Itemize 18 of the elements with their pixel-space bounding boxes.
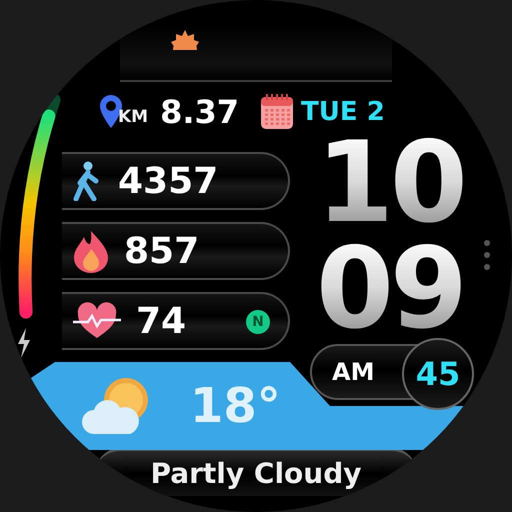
distance-value: 8.37 [160, 93, 240, 131]
am-pm-label: AM [332, 358, 374, 386]
stat-pill[interactable]: 4357 [62, 152, 290, 210]
temperature: 18° [190, 378, 281, 434]
calendar-icon [259, 93, 296, 131]
stat-pill[interactable]: 857 [62, 222, 290, 280]
stat-pill[interactable]: 74 N [62, 292, 290, 350]
status-badge: N [246, 310, 270, 334]
page-dots-icon [482, 238, 492, 272]
distance-unit: KM [118, 107, 148, 127]
lightning-icon [16, 328, 32, 358]
heart-pulse-icon [72, 302, 122, 340]
flame-icon [72, 229, 110, 273]
date-text: TUE 2 [301, 97, 385, 127]
stat-value: 4357 [118, 160, 218, 202]
stat-value: 857 [124, 230, 200, 272]
stat-value: 74 [136, 300, 186, 342]
seconds-dial: 45 [402, 338, 474, 410]
